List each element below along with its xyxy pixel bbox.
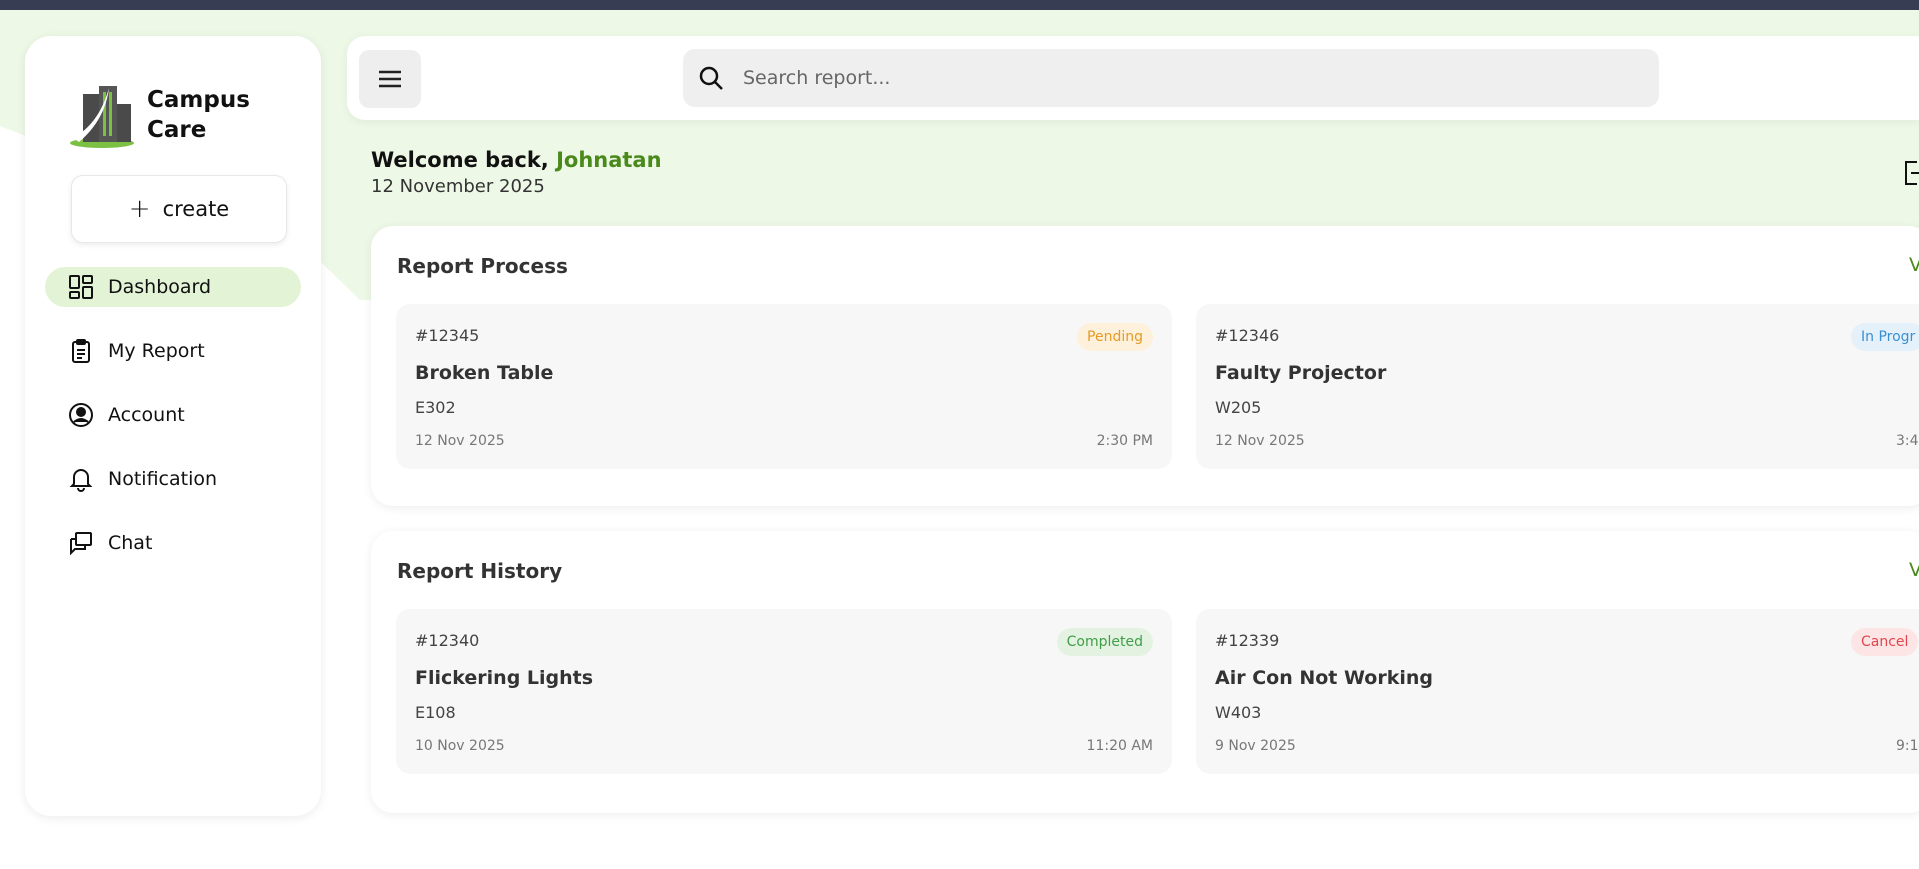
sidebar-item-label: Notification	[108, 468, 218, 490]
view-all-link[interactable]: V	[1909, 559, 1919, 581]
clipboard-icon	[68, 338, 94, 364]
report-room: E108	[415, 703, 456, 722]
report-title: Air Con Not Working	[1215, 667, 1433, 689]
report-date: 12 Nov 2025	[1215, 433, 1305, 449]
report-id: #12339	[1215, 631, 1280, 650]
report-title: Faulty Projector	[1215, 362, 1387, 384]
sidebar-item-label: My Report	[108, 340, 205, 362]
report-process-section: Report Process V #12345 Pending Broken T…	[371, 226, 1919, 506]
section-title: Report Process	[397, 254, 568, 278]
campus-building-logo-icon	[70, 86, 134, 148]
sidebar-item-label: Dashboard	[108, 276, 212, 298]
menu-button[interactable]	[359, 50, 421, 108]
status-badge: In Progr	[1851, 323, 1919, 351]
search-icon	[697, 64, 725, 92]
report-title: Flickering Lights	[415, 667, 594, 689]
welcome-greeting: Welcome back,	[371, 148, 557, 172]
welcome-heading: Welcome back, Johnatan	[371, 148, 662, 172]
sidebar-nav: Dashboard My Report Account Notification…	[45, 267, 301, 587]
header	[347, 36, 1919, 120]
status-badge: Cancel	[1851, 628, 1919, 656]
logo[interactable]: Campus Care	[69, 80, 267, 150]
report-date: 10 Nov 2025	[415, 738, 505, 754]
status-badge: Completed	[1056, 628, 1153, 656]
welcome-block: Welcome back, Johnatan 12 November 2025	[371, 148, 662, 197]
dashboard-icon	[68, 274, 94, 300]
report-time: 11:20 AM	[1086, 738, 1153, 754]
sidebar-item-label: Chat	[108, 532, 153, 554]
create-label: create	[162, 197, 230, 221]
report-room: W403	[1215, 703, 1262, 722]
report-card[interactable]: #12339 Cancel Air Con Not Working W403 9…	[1196, 609, 1919, 774]
report-date: 9 Nov 2025	[1215, 738, 1296, 754]
search-input[interactable]	[743, 67, 1623, 89]
top-bar	[0, 0, 1919, 10]
report-card[interactable]: #12340 Completed Flickering Lights E108 …	[396, 609, 1172, 774]
search-bar[interactable]	[683, 49, 1659, 107]
current-date: 12 November 2025	[371, 176, 545, 197]
sidebar-item-chat[interactable]: Chat	[45, 523, 301, 563]
app-name: Campus Care	[147, 87, 250, 143]
report-time: 9:1	[1896, 738, 1919, 754]
sidebar-item-notification[interactable]: Notification	[45, 459, 301, 499]
report-card[interactable]: #12345 Pending Broken Table E302 12 Nov …	[396, 304, 1172, 469]
bell-icon	[68, 466, 94, 492]
plus-icon: +	[128, 194, 151, 224]
report-history-section: Report History V #12340 Completed Flicke…	[371, 531, 1919, 813]
chat-icon	[68, 530, 94, 556]
create-button[interactable]: + create	[71, 175, 287, 243]
report-card[interactable]: #12346 In Progr Faulty Projector W205 12…	[1196, 304, 1919, 469]
view-all-link[interactable]: V	[1909, 254, 1919, 276]
status-badge: Pending	[1077, 323, 1153, 351]
report-id: #12346	[1215, 326, 1280, 345]
report-time: 2:30 PM	[1096, 433, 1153, 449]
report-id: #12345	[415, 326, 480, 345]
logout-icon[interactable]	[1903, 160, 1919, 186]
section-title: Report History	[397, 559, 563, 583]
report-date: 12 Nov 2025	[415, 433, 505, 449]
report-time: 3:4	[1896, 433, 1919, 449]
report-id: #12340	[415, 631, 480, 650]
hamburger-icon	[379, 70, 401, 88]
report-room: E302	[415, 398, 456, 417]
user-name: Johnatan	[556, 148, 662, 172]
sidebar-item-label: Account	[108, 404, 185, 426]
user-circle-icon	[68, 402, 94, 428]
sidebar: Campus Care + create Dashboard My Report	[25, 36, 321, 816]
report-title: Broken Table	[415, 362, 554, 384]
sidebar-item-my-report[interactable]: My Report	[45, 331, 301, 371]
report-room: W205	[1215, 398, 1262, 417]
sidebar-item-account[interactable]: Account	[45, 395, 301, 435]
sidebar-item-dashboard[interactable]: Dashboard	[45, 267, 301, 307]
